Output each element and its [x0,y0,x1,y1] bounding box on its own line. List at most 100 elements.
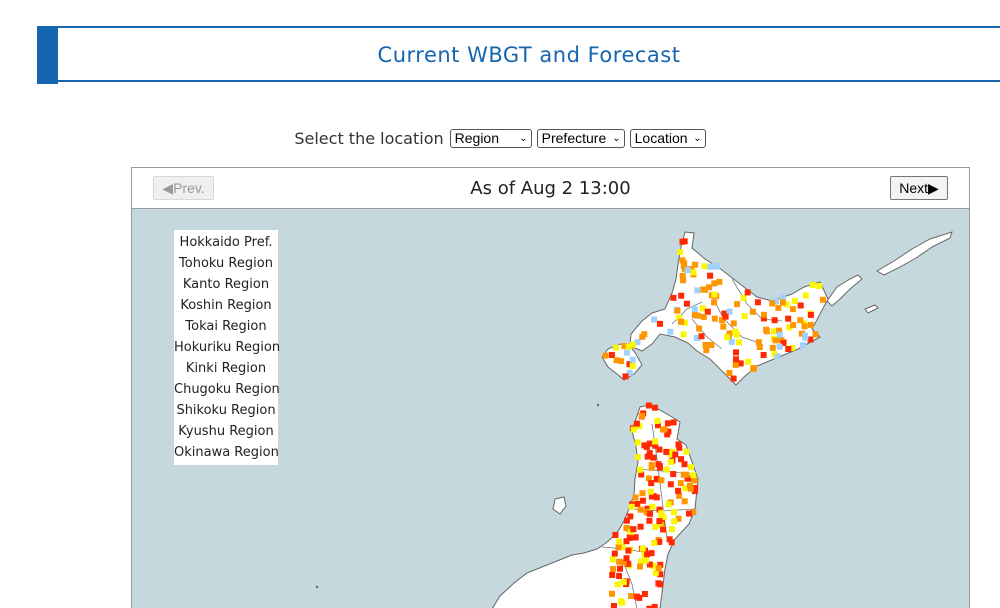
wbgt-station-marker[interactable] [665,501,672,508]
region-select[interactable]: Region ⌄ [449,128,532,148]
wbgt-station-marker[interactable] [651,603,658,608]
wbgt-station-marker[interactable] [730,375,737,382]
wbgt-station-marker[interactable] [664,420,671,427]
wbgt-station-marker[interactable] [630,526,637,533]
wbgt-station-marker[interactable] [639,333,646,340]
wbgt-station-marker[interactable] [711,291,718,298]
wbgt-station-marker[interactable] [688,464,694,471]
wbgt-station-marker[interactable] [609,572,616,578]
wbgt-station-marker[interactable] [704,308,711,315]
wbgt-station-marker[interactable] [691,306,698,313]
wbgt-station-marker[interactable] [726,370,733,376]
wbgt-station-marker[interactable] [615,544,622,551]
wbgt-station-marker[interactable] [683,448,690,455]
wbgt-station-marker[interactable] [801,323,808,330]
wbgt-station-marker[interactable] [618,598,625,605]
wbgt-station-marker[interactable] [686,510,692,517]
wbgt-station-marker[interactable] [638,412,645,419]
wbgt-station-marker[interactable] [612,532,619,538]
wbgt-station-marker[interactable] [648,480,655,487]
wbgt-station-marker[interactable] [632,534,638,541]
wbgt-station-marker[interactable] [754,299,761,306]
wbgt-station-marker[interactable] [672,451,679,458]
wbgt-station-marker[interactable] [706,284,712,291]
region-link-chugoku[interactable]: Chugoku Region [174,379,280,400]
wbgt-station-marker[interactable] [732,328,739,335]
wbgt-station-marker[interactable] [624,349,630,356]
wbgt-station-marker[interactable] [609,556,616,563]
wbgt-station-marker[interactable] [772,337,779,344]
wbgt-station-marker[interactable] [626,534,633,541]
wbgt-station-marker[interactable] [677,249,684,256]
wbgt-station-marker[interactable] [610,566,616,572]
wbgt-station-marker[interactable] [602,352,609,359]
wbgt-station-marker[interactable] [724,334,730,341]
wbgt-station-marker[interactable] [676,444,683,451]
wbgt-station-marker[interactable] [667,328,674,335]
wbgt-station-marker[interactable] [641,591,648,597]
wbgt-station-marker[interactable] [652,438,659,445]
wbgt-station-marker[interactable] [670,419,677,426]
wbgt-station-marker[interactable] [637,506,644,513]
wbgt-station-marker[interactable] [690,472,697,479]
wbgt-station-marker[interactable] [679,257,686,264]
wbgt-map[interactable]: Hokkaido Pref. Tohoku Region Kanto Regio… [132,209,969,608]
wbgt-station-marker[interactable] [658,510,665,517]
wbgt-station-marker[interactable] [686,482,693,489]
wbgt-station-marker[interactable] [711,299,718,306]
wbgt-station-marker[interactable] [616,573,623,579]
wbgt-station-marker[interactable] [720,323,727,330]
wbgt-station-marker[interactable] [647,510,654,517]
wbgt-station-marker[interactable] [634,439,641,446]
wbgt-station-marker[interactable] [691,312,698,319]
wbgt-station-marker[interactable] [630,426,637,433]
wbgt-station-marker[interactable] [711,280,718,287]
wbgt-station-marker[interactable] [712,262,719,269]
wbgt-station-marker[interactable] [711,315,718,322]
wbgt-station-marker[interactable] [785,315,792,322]
wbgt-station-marker[interactable] [658,477,665,484]
wbgt-station-marker[interactable] [678,292,685,299]
wbgt-station-marker[interactable] [681,498,688,505]
wbgt-station-marker[interactable] [677,480,684,487]
wbgt-station-marker[interactable] [609,590,615,597]
wbgt-station-marker[interactable] [708,342,715,348]
region-link-okinawa[interactable]: Okinawa Region [174,442,279,463]
wbgt-station-marker[interactable] [634,501,641,507]
wbgt-station-marker[interactable] [646,450,653,457]
wbgt-station-marker[interactable] [627,513,634,520]
wbgt-station-marker[interactable] [678,318,685,325]
wbgt-station-marker[interactable] [656,518,663,525]
wbgt-station-marker[interactable] [612,344,619,351]
wbgt-station-marker[interactable] [684,267,691,274]
wbgt-station-marker[interactable] [807,311,814,318]
wbgt-station-marker[interactable] [608,352,615,358]
wbgt-station-marker[interactable] [691,477,698,484]
wbgt-station-marker[interactable] [625,547,632,554]
wbgt-station-marker[interactable] [680,331,687,338]
wbgt-station-marker[interactable] [776,331,783,338]
wbgt-station-marker[interactable] [774,353,781,360]
wbgt-station-marker[interactable] [733,356,739,363]
region-link-koshin[interactable]: Koshin Region [174,295,278,316]
wbgt-station-marker[interactable] [797,317,804,324]
wbgt-station-marker[interactable] [648,464,655,471]
wbgt-station-marker[interactable] [617,565,623,572]
wbgt-station-marker[interactable] [651,316,658,323]
region-link-hokkaido[interactable]: Hokkaido Pref. [174,232,278,253]
wbgt-station-marker[interactable] [700,313,707,320]
wbgt-station-marker[interactable] [653,494,660,501]
wbgt-station-marker[interactable] [809,282,816,288]
wbgt-station-marker[interactable] [637,563,643,570]
wbgt-station-marker[interactable] [620,579,627,586]
wbgt-station-marker[interactable] [790,322,797,329]
wbgt-station-marker[interactable] [791,298,798,305]
wbgt-station-marker[interactable] [797,302,804,309]
wbgt-station-marker[interactable] [659,426,666,433]
wbgt-station-marker[interactable] [622,373,629,380]
wbgt-station-marker[interactable] [663,466,670,473]
wbgt-station-marker[interactable] [819,296,826,303]
wbgt-station-marker[interactable] [644,551,651,558]
wbgt-station-marker[interactable] [800,342,807,349]
wbgt-station-marker[interactable] [670,509,677,516]
